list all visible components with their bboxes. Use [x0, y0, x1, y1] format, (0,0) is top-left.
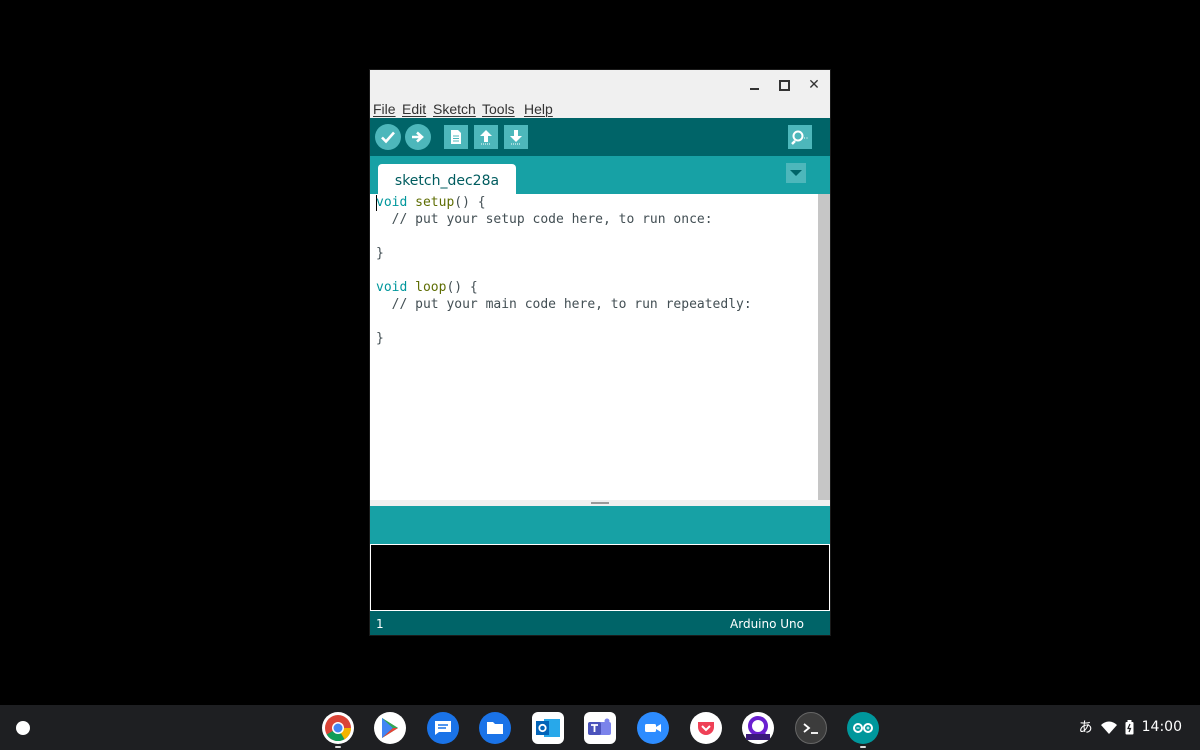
- arduino-icon[interactable]: [847, 712, 879, 744]
- code-line-1: void setup() {: [376, 194, 486, 211]
- check-icon: [381, 131, 395, 144]
- code-line-4: }: [376, 246, 384, 261]
- arrow-right-icon: [412, 131, 424, 143]
- menu-bar: File Edit Sketch Tools Help: [370, 100, 830, 118]
- play-store-icon[interactable]: [374, 712, 406, 744]
- menu-edit[interactable]: Edit: [402, 100, 426, 118]
- arduino-window: ✕ File Edit Sketch Tools Help sketch_dec…: [370, 70, 830, 635]
- verify-button[interactable]: [375, 124, 401, 150]
- keyword-void: void: [376, 195, 408, 210]
- new-file-icon: [451, 130, 461, 144]
- tab-sketch[interactable]: sketch_dec28a: [378, 164, 516, 194]
- console-output[interactable]: [370, 544, 830, 611]
- upload-button[interactable]: [405, 124, 431, 150]
- open-button[interactable]: [474, 125, 498, 149]
- code-line-7: // put your main code here, to run repea…: [376, 297, 752, 312]
- serial-monitor-button[interactable]: [788, 125, 812, 149]
- running-indicator: [335, 746, 341, 748]
- terminal-icon[interactable]: [795, 712, 827, 744]
- arrow-up-icon: [480, 130, 492, 145]
- launcher-icon: [16, 721, 30, 735]
- maximize-button[interactable]: [775, 76, 793, 94]
- app-q-icon[interactable]: [742, 712, 774, 744]
- shelf: あ 14:00: [0, 705, 1200, 750]
- status-tray[interactable]: あ 14:00: [1071, 713, 1190, 741]
- minimize-icon: [750, 88, 759, 90]
- tab-strip: sketch_dec28a: [370, 156, 830, 194]
- board-name: Arduino Uno: [730, 617, 804, 631]
- menu-file[interactable]: File: [373, 100, 396, 118]
- tab-menu-button[interactable]: [786, 163, 806, 183]
- close-button[interactable]: ✕: [805, 76, 823, 94]
- new-button[interactable]: [444, 125, 468, 149]
- minimize-button[interactable]: [746, 76, 764, 94]
- status-bar: 1 Arduino Uno: [370, 611, 830, 635]
- menu-tools[interactable]: Tools: [482, 100, 515, 118]
- title-bar[interactable]: ✕: [370, 70, 830, 100]
- toolbar: [370, 118, 830, 156]
- ime-indicator: あ: [1078, 720, 1093, 736]
- menu-help[interactable]: Help: [524, 100, 553, 118]
- teams-icon[interactable]: [584, 712, 616, 744]
- code-text: () {: [446, 280, 478, 295]
- save-button[interactable]: [504, 125, 528, 149]
- arrow-down-icon: [510, 130, 522, 145]
- wifi-icon: [1100, 721, 1117, 734]
- keyword-void: void: [376, 280, 408, 295]
- maximize-icon: [779, 80, 790, 91]
- function-loop: loop: [415, 280, 447, 295]
- chrome-icon[interactable]: [322, 712, 354, 744]
- outlook-icon[interactable]: [532, 712, 564, 744]
- running-indicator: [860, 746, 866, 748]
- grip-icon: [591, 502, 609, 504]
- launcher-button[interactable]: [9, 714, 37, 742]
- message-area: [370, 506, 830, 544]
- menu-sketch[interactable]: Sketch: [433, 100, 476, 118]
- battery-icon: [1125, 719, 1134, 734]
- editor-scrollbar[interactable]: [818, 194, 830, 500]
- line-number: 1: [376, 617, 384, 631]
- code-line-2: // put your setup code here, to run once…: [376, 212, 713, 227]
- files-icon[interactable]: [479, 712, 511, 744]
- function-setup: setup: [415, 195, 455, 210]
- code-line-9: }: [376, 331, 384, 346]
- code-editor[interactable]: void setup() { // put your setup code he…: [370, 194, 818, 500]
- magnifier-icon: [791, 130, 808, 145]
- zoom-icon[interactable]: [637, 712, 669, 744]
- code-line-6: void loop() {: [376, 279, 478, 296]
- code-text: () {: [454, 195, 486, 210]
- clock: 14:00: [1141, 719, 1182, 735]
- pocket-icon[interactable]: [690, 712, 722, 744]
- messages-icon[interactable]: [427, 712, 459, 744]
- chevron-down-icon: [790, 170, 802, 176]
